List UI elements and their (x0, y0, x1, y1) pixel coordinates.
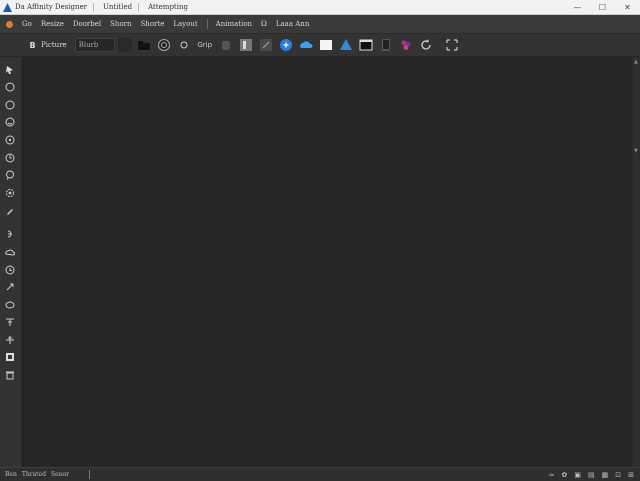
lasso-icon[interactable] (3, 168, 17, 182)
pen-icon[interactable] (3, 204, 17, 218)
clock-icon[interactable] (3, 263, 17, 277)
node-icon[interactable] (3, 151, 17, 165)
scroll-up-icon[interactable]: ▲ (634, 59, 639, 65)
close-button[interactable]: ✕ (615, 0, 640, 14)
menu-item-omega[interactable]: Ω (261, 20, 267, 28)
cloud-icon[interactable] (298, 37, 314, 53)
phone-icon[interactable] (378, 37, 394, 53)
menu-item-layout[interactable]: Layout (173, 20, 197, 28)
vertical-scrollbar[interactable]: ▲ ▼ (633, 57, 640, 467)
status-item-ben[interactable]: Ben (5, 471, 17, 478)
menu-item-resize[interactable]: Resize (41, 20, 64, 28)
triangle-icon[interactable] (338, 37, 354, 53)
status-icon-5[interactable]: ▦ (602, 471, 609, 479)
menu-bar: Go Resize Doorbel Shorn Shorte Layout An… (0, 15, 640, 33)
title-bar: Da Affinity Designer Untitled Attempting… (0, 0, 640, 15)
menu-item-doorbel[interactable]: Doorbel (73, 20, 101, 28)
ellipse-icon[interactable] (3, 80, 17, 94)
affinity-logo-icon (3, 2, 12, 12)
folder-icon[interactable] (136, 37, 152, 53)
canvas-area[interactable] (22, 57, 632, 467)
menu-item-shorte[interactable]: Shorte (141, 20, 165, 28)
status-icon-7[interactable]: ⊞ (628, 471, 634, 479)
title-extra: Attempting (148, 3, 188, 11)
dark-square-icon[interactable] (258, 37, 274, 53)
toolbar-swatch[interactable] (117, 38, 132, 52)
status-icon-2[interactable]: ✿ (562, 471, 568, 479)
status-icon-1[interactable]: ≈ (549, 471, 555, 479)
document-title: Untitled (102, 3, 133, 11)
toolbar-field[interactable]: Blurb (74, 38, 115, 52)
menu-item-animation[interactable]: Animation (216, 20, 252, 28)
face-icon[interactable] (3, 115, 17, 129)
cup-icon[interactable] (218, 37, 234, 53)
grip-label[interactable]: Grip (196, 37, 214, 53)
status-icon-6[interactable]: ⊡ (615, 471, 621, 479)
square-icon[interactable] (238, 37, 254, 53)
grapes-icon[interactable] (398, 37, 414, 53)
context-toolbar: B Picture Blurb Grip (0, 34, 640, 57)
arrow-tool-icon[interactable] (3, 280, 17, 294)
status-icon-3[interactable]: ▣ (574, 471, 581, 479)
menu-item-go[interactable]: Go (22, 20, 32, 28)
persona-label: Picture (41, 41, 67, 49)
move-tool-icon[interactable] (3, 63, 17, 77)
minimize-button[interactable]: — (565, 0, 590, 14)
status-item-senor[interactable]: Senor (51, 471, 69, 478)
app-title: Da Affinity Designer (15, 3, 87, 11)
trash-icon[interactable] (3, 368, 17, 382)
circle-icon[interactable] (156, 37, 172, 53)
tools-panel (0, 57, 21, 467)
menu-item-shorn[interactable]: Shorn (110, 20, 131, 28)
cloud-tool-icon[interactable] (3, 245, 17, 259)
persona-switcher[interactable]: B Picture (28, 40, 67, 50)
status-item-thrated[interactable]: Thrated (22, 471, 46, 478)
status-bar: Ben Thrated Senor ≈ ✿ ▣ ▤ ▦ ⊡ ⊞ (0, 467, 640, 481)
dot-icon[interactable] (176, 37, 192, 53)
persona-icon: B (29, 40, 36, 50)
refresh-icon[interactable] (418, 37, 434, 53)
image-tool-icon[interactable] (3, 350, 17, 364)
smile-icon[interactable] (3, 133, 17, 147)
gear-icon[interactable] (3, 186, 17, 200)
oval-icon[interactable] (3, 298, 17, 312)
cross-icon[interactable] (3, 333, 17, 347)
cube-icon[interactable] (278, 37, 294, 53)
app-menu-icon[interactable] (6, 20, 13, 28)
scroll-down-icon[interactable]: ▼ (634, 148, 639, 154)
blob-icon[interactable] (3, 227, 17, 241)
maximize-button[interactable]: ☐ (590, 0, 615, 14)
status-icon-4[interactable]: ▤ (588, 471, 595, 479)
arrange-icon[interactable] (444, 37, 460, 53)
white-square-icon[interactable] (318, 37, 334, 53)
window-icon[interactable] (358, 37, 374, 53)
menu-item-laaa[interactable]: Laaa Ann (276, 20, 309, 28)
circle-outline-icon[interactable] (3, 98, 17, 112)
text-tool-icon[interactable] (3, 315, 17, 329)
